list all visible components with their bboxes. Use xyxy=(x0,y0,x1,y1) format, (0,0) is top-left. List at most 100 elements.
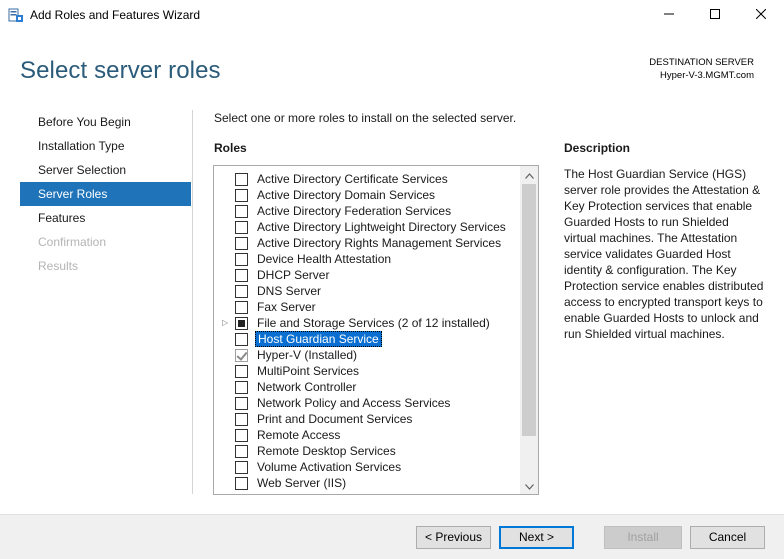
chevron-up-icon xyxy=(524,168,534,182)
role-row[interactable]: Volume Activation Services xyxy=(214,459,520,475)
role-label[interactable]: DHCP Server xyxy=(255,267,331,283)
role-checkbox[interactable] xyxy=(235,365,248,378)
cancel-button[interactable]: Cancel xyxy=(690,526,765,549)
role-label[interactable]: Network Policy and Access Services xyxy=(255,395,452,411)
role-label[interactable]: Fax Server xyxy=(255,299,318,315)
next-button[interactable]: Next > xyxy=(499,526,574,549)
role-row[interactable]: Network Policy and Access Services xyxy=(214,395,520,411)
role-checkbox[interactable] xyxy=(235,269,248,282)
nav-item-server-selection[interactable]: Server Selection xyxy=(20,158,191,182)
roles-list-box: Active Directory Certificate Services Act… xyxy=(213,165,539,495)
maximize-button[interactable] xyxy=(692,0,738,30)
title-bar: Add Roles and Features Wizard xyxy=(0,0,784,30)
destination-server-label: DESTINATION SERVER xyxy=(649,57,754,68)
role-label[interactable]: Host Guardian Service xyxy=(255,331,382,347)
role-row[interactable]: Network Controller xyxy=(214,379,520,395)
role-checkbox[interactable] xyxy=(235,221,248,234)
instruction-text: Select one or more roles to install on t… xyxy=(214,111,517,125)
chevron-down-icon xyxy=(524,479,534,493)
role-label[interactable]: Hyper-V (Installed) xyxy=(255,347,359,363)
maximize-icon xyxy=(710,8,720,22)
wizard-nav: Before You Begin Installation Type Serve… xyxy=(20,110,191,278)
roles-scrollbar[interactable] xyxy=(520,166,538,494)
role-label[interactable]: DNS Server xyxy=(255,283,323,299)
role-label[interactable]: Print and Document Services xyxy=(255,411,414,427)
nav-item-installation-type[interactable]: Installation Type xyxy=(20,134,191,158)
role-checkbox[interactable] xyxy=(235,397,248,410)
destination-server-value: Hyper-V-3.MGMT.com xyxy=(660,70,754,81)
role-row[interactable]: Active Directory Rights Management Servi… xyxy=(214,235,520,251)
nav-item-confirmation: Confirmation xyxy=(38,235,107,249)
role-checkbox xyxy=(235,349,248,362)
page-title: Select server roles xyxy=(20,57,221,84)
wizard-header: Select server roles DESTINATION SERVER H… xyxy=(0,30,784,100)
close-button[interactable] xyxy=(738,0,784,30)
role-row[interactable]: Remote Desktop Services xyxy=(214,443,520,459)
role-label[interactable]: Remote Desktop Services xyxy=(255,443,398,459)
role-row[interactable]: Hyper-V (Installed) xyxy=(214,347,520,363)
role-label[interactable]: Active Directory Lightweight Directory S… xyxy=(255,219,508,235)
role-row[interactable]: ▷ File and Storage Services (2 of 12 inst… xyxy=(214,315,520,331)
roles-heading: Roles xyxy=(214,141,247,155)
server-manager-icon xyxy=(8,7,24,23)
window-title: Add Roles and Features Wizard xyxy=(30,8,201,22)
role-row[interactable]: Fax Server xyxy=(214,299,520,315)
scroll-thumb[interactable] xyxy=(522,184,536,436)
scroll-up-button[interactable] xyxy=(520,166,538,183)
role-label[interactable]: Active Directory Certificate Services xyxy=(255,171,450,187)
expand-arrow-icon[interactable]: ▷ xyxy=(222,318,228,327)
role-label[interactable]: MultiPoint Services xyxy=(255,363,361,379)
role-row[interactable]: Device Health Attestation xyxy=(214,251,520,267)
role-checkbox[interactable] xyxy=(235,461,248,474)
role-row[interactable]: DHCP Server xyxy=(214,267,520,283)
role-row[interactable]: Active Directory Lightweight Directory S… xyxy=(214,219,520,235)
role-checkbox[interactable] xyxy=(235,173,248,186)
scroll-down-button[interactable] xyxy=(520,477,538,494)
role-label[interactable]: Volume Activation Services xyxy=(255,459,403,475)
role-label[interactable]: Web Server (IIS) xyxy=(255,475,348,491)
role-row[interactable]: Remote Access xyxy=(214,427,520,443)
role-checkbox[interactable] xyxy=(235,317,248,330)
wizard-footer: < Previous Next > Install Cancel xyxy=(0,514,784,559)
role-checkbox[interactable] xyxy=(235,253,248,266)
install-button: Install xyxy=(604,526,682,549)
role-label[interactable]: Active Directory Domain Services xyxy=(255,187,437,203)
role-row[interactable]: Web Server (IIS) xyxy=(214,475,520,491)
role-checkbox[interactable] xyxy=(235,285,248,298)
description-text: The Host Guardian Service (HGS) server r… xyxy=(564,167,764,341)
role-checkbox[interactable] xyxy=(235,445,248,458)
role-label[interactable]: Network Controller xyxy=(255,379,358,395)
role-row[interactable]: DNS Server xyxy=(214,283,520,299)
role-label[interactable]: Device Health Attestation xyxy=(255,251,393,267)
role-row[interactable]: Print and Document Services xyxy=(214,411,520,427)
nav-item-before-you-begin[interactable]: Before You Begin xyxy=(20,110,191,134)
role-row[interactable]: MultiPoint Services xyxy=(214,363,520,379)
description-heading: Description xyxy=(564,141,631,155)
role-row[interactable]: Active Directory Domain Services xyxy=(214,187,520,203)
role-checkbox[interactable] xyxy=(235,413,248,426)
role-label[interactable]: Remote Access xyxy=(255,427,342,443)
role-checkbox[interactable] xyxy=(235,429,248,442)
nav-item-server-roles[interactable]: Server Roles xyxy=(20,182,191,206)
role-checkbox[interactable] xyxy=(235,189,248,202)
role-checkbox[interactable] xyxy=(235,237,248,250)
role-row[interactable]: Active Directory Federation Services xyxy=(214,203,520,219)
role-label[interactable]: File and Storage Services (2 of 12 insta… xyxy=(255,315,492,331)
role-checkbox[interactable] xyxy=(235,477,248,490)
role-checkbox[interactable] xyxy=(235,205,248,218)
nav-item-results: Results xyxy=(38,259,79,273)
minimize-button[interactable] xyxy=(646,0,692,30)
role-row[interactable]: Host Guardian Service xyxy=(214,331,520,347)
nav-item-features[interactable]: Features xyxy=(20,206,191,230)
nav-divider xyxy=(192,110,193,494)
role-label[interactable]: Active Directory Rights Management Servi… xyxy=(255,235,503,251)
minimize-icon xyxy=(664,8,674,22)
close-icon xyxy=(755,8,767,22)
role-row[interactable]: Active Directory Certificate Services xyxy=(214,171,520,187)
roles-list: Active Directory Certificate Services Act… xyxy=(214,171,520,491)
role-checkbox[interactable] xyxy=(235,333,248,346)
role-checkbox[interactable] xyxy=(235,301,248,314)
role-checkbox[interactable] xyxy=(235,381,248,394)
role-label[interactable]: Active Directory Federation Services xyxy=(255,203,453,219)
previous-button[interactable]: < Previous xyxy=(416,526,491,549)
